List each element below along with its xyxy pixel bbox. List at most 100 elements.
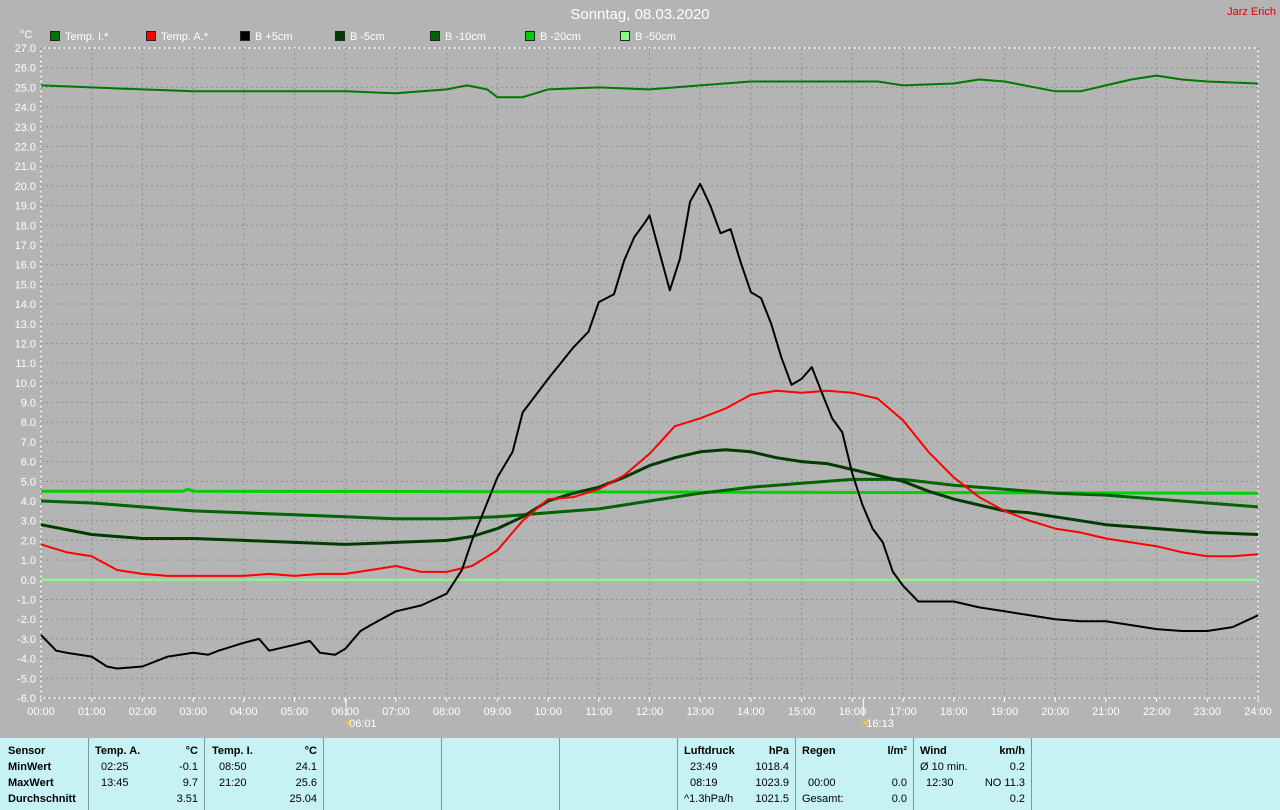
temp-i-max-value: 25.6 bbox=[295, 777, 317, 789]
wind-header: Wind bbox=[920, 745, 947, 757]
y-tick-label: 10.0 bbox=[15, 378, 36, 390]
temp-a-unit: °C bbox=[185, 745, 198, 757]
empty-column bbox=[560, 738, 678, 810]
y-tick-label: 24.0 bbox=[15, 102, 36, 114]
x-tick-label: 15:00 bbox=[788, 706, 816, 718]
y-tick-label: 16.0 bbox=[15, 260, 36, 272]
rain-total-value: 0.0 bbox=[891, 793, 907, 805]
chart-title: Sonntag, 08.03.2020 bbox=[570, 6, 710, 23]
x-tick-label: 12:00 bbox=[636, 706, 664, 718]
y-tick-label: 17.0 bbox=[15, 240, 36, 252]
legend-item: B -20cm bbox=[525, 31, 581, 43]
y-tick-label: -6.0 bbox=[17, 693, 36, 705]
y-tick-label: -4.0 bbox=[17, 654, 36, 666]
temp-i-min-time: 08:50 bbox=[219, 761, 247, 773]
pressure-min-value: 1018.4 bbox=[755, 761, 789, 773]
legend-item: B -10cm bbox=[430, 31, 486, 43]
sunset-time-label: 16:13 bbox=[866, 718, 894, 730]
y-tick-label: 11.0 bbox=[15, 358, 36, 370]
author-label: Jarz Erich bbox=[1227, 6, 1276, 18]
x-tick-label: 19:00 bbox=[991, 706, 1019, 718]
y-tick-label: 26.0 bbox=[15, 63, 36, 75]
rain-max-value: 0.0 bbox=[891, 777, 907, 789]
temp-a-min-time: 02:25 bbox=[101, 761, 129, 773]
temp-a-column: Temp. A. °C 02:25 -0.1 13:45 9.7 3.51 bbox=[89, 738, 205, 810]
temp-a-max-value: 9.7 bbox=[182, 777, 198, 789]
y-axis-label: °C bbox=[20, 29, 32, 41]
legend-item: B -50cm bbox=[620, 31, 676, 43]
sensor-column: Sensor MinWert MaxWert Durchschnitt bbox=[0, 738, 89, 810]
temp-a-average: 3.51 bbox=[176, 793, 198, 805]
rain-column: Regen l/m² 00:00 0.0 Gesamt: 0.0 bbox=[796, 738, 914, 810]
y-tick-label: 1.0 bbox=[21, 555, 36, 567]
legend-item: B -5cm bbox=[335, 31, 385, 43]
y-tick-label: 27.0 bbox=[15, 43, 36, 55]
temp-a-header: Temp. A. bbox=[95, 745, 141, 757]
legend-item: Temp. I.* bbox=[50, 31, 108, 43]
y-tick-label: 20.0 bbox=[15, 181, 36, 193]
wind-avg-value: 0.2 bbox=[1009, 761, 1025, 773]
x-tick-label: 02:00 bbox=[129, 706, 157, 718]
x-tick-label: 18:00 bbox=[940, 706, 968, 718]
row-label-min: MinWert bbox=[8, 761, 52, 773]
rain-header: Regen bbox=[802, 745, 836, 757]
temp-i-average: 25.04 bbox=[289, 793, 317, 805]
temp-a-min-value: -0.1 bbox=[179, 761, 198, 773]
wind-max-time: 12:30 bbox=[926, 777, 954, 789]
wind-column: Wind km/h Ø 10 min. 0.2 12:30 NO 11.3 0.… bbox=[914, 738, 1032, 810]
y-tick-label: -2.0 bbox=[17, 614, 36, 626]
y-tick-label: 2.0 bbox=[21, 535, 36, 547]
pressure-trend-label: ^1.3hPa/h bbox=[684, 793, 734, 805]
temp-i-min-value: 24.1 bbox=[295, 761, 317, 773]
wind-max-value: NO 11.3 bbox=[984, 777, 1025, 789]
y-tick-label: 3.0 bbox=[21, 516, 36, 528]
x-tick-label: 24:00 bbox=[1244, 706, 1272, 718]
statistics-panel: Sensor MinWert MaxWert Durchschnitt Temp… bbox=[0, 738, 1280, 810]
y-tick-label: 14.0 bbox=[15, 299, 36, 311]
y-tick-label: 7.0 bbox=[21, 437, 36, 449]
wind-average: 0.2 bbox=[1009, 793, 1025, 805]
x-tick-label: 14:00 bbox=[737, 706, 765, 718]
empty-column bbox=[442, 738, 560, 810]
y-tick-label: 4.0 bbox=[21, 496, 36, 508]
y-tick-label: 19.0 bbox=[15, 201, 36, 213]
temp-i-header: Temp. I. bbox=[212, 745, 253, 757]
x-tick-label: 21:00 bbox=[1092, 706, 1120, 718]
row-label-avg: Durchschnitt bbox=[8, 793, 76, 805]
x-tick-label: 08:00 bbox=[433, 706, 461, 718]
x-tick-label: 00:00 bbox=[27, 706, 55, 718]
x-tick-label: 10:00 bbox=[534, 706, 562, 718]
temp-i-unit: °C bbox=[304, 745, 317, 757]
x-tick-label: 13:00 bbox=[686, 706, 714, 718]
x-tick-label: 04:00 bbox=[230, 706, 258, 718]
rain-unit: l/m² bbox=[887, 745, 907, 757]
legend-item: B +5cm bbox=[240, 31, 293, 43]
x-tick-label: 22:00 bbox=[1143, 706, 1171, 718]
x-tick-label: 01:00 bbox=[78, 706, 106, 718]
x-tick-label: 03:00 bbox=[179, 706, 207, 718]
y-tick-label: 9.0 bbox=[21, 398, 36, 410]
sensor-header: Sensor bbox=[8, 745, 46, 757]
pressure-max-time: 08:19 bbox=[690, 777, 718, 789]
y-tick-label: 12.0 bbox=[15, 338, 36, 350]
y-tick-label: 5.0 bbox=[21, 476, 36, 488]
pressure-unit: hPa bbox=[768, 745, 789, 757]
y-tick-label: 0.0 bbox=[21, 575, 36, 587]
y-tick-label: 21.0 bbox=[15, 161, 36, 173]
empty-column bbox=[324, 738, 442, 810]
temperature-chart: 27.0 26.0 25.0 24.0 23.0 22.0 21.0 20.0 19.0 18.0… bbox=[15, 29, 1272, 730]
x-tick-label: 07:00 bbox=[382, 706, 410, 718]
y-tick-label: -3.0 bbox=[17, 634, 36, 646]
y-tick-label: 6.0 bbox=[21, 457, 36, 469]
x-tick-label: 17:00 bbox=[889, 706, 917, 718]
rain-total-label: Gesamt: bbox=[802, 793, 844, 805]
wind-unit: km/h bbox=[999, 745, 1025, 757]
pressure-header: Luftdruck bbox=[684, 745, 735, 757]
temp-i-max-time: 21:20 bbox=[219, 777, 247, 789]
y-tick-label: 18.0 bbox=[15, 220, 36, 232]
pressure-average: 1021.5 bbox=[755, 793, 789, 805]
y-tick-label: 8.0 bbox=[21, 417, 36, 429]
row-label-max: MaxWert bbox=[8, 777, 54, 789]
y-tick-label: 25.0 bbox=[15, 82, 36, 94]
rain-max-time: 00:00 bbox=[808, 777, 836, 789]
